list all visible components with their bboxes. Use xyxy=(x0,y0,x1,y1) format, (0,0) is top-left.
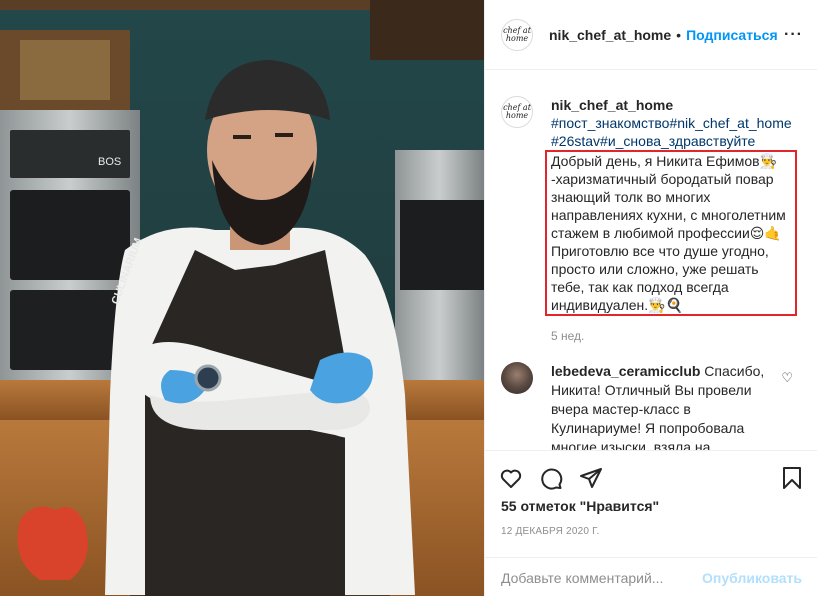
commenter-username[interactable]: lebedeva_ceramicclub xyxy=(551,363,700,379)
like-heart-icon[interactable] xyxy=(499,466,525,492)
avatar-logo-text: chef at home xyxy=(503,25,531,43)
comment-item: lebedeva_ceramicclub Спасибо, Никита! От… xyxy=(501,362,806,457)
caption-line: стажем в любимой профессии😌🤙 xyxy=(551,225,782,241)
caption-username[interactable]: nik_chef_at_home xyxy=(551,96,797,114)
post-photo: BOS CULINARIUM xyxy=(0,0,484,596)
separator-dot: • xyxy=(676,26,682,43)
author-username[interactable]: nik_chef_at_home xyxy=(549,27,671,43)
post-header: chef at home nik_chef_at_home • Подписат… xyxy=(485,0,817,70)
caption-line: тебе, так как подход всегда xyxy=(551,279,729,295)
caption-line: Приготовлю все что душе угодно, xyxy=(551,243,769,259)
hashtags-line-1[interactable]: #пост_знакомство#nik_chef_at_home xyxy=(551,114,797,132)
save-bookmark-icon[interactable] xyxy=(780,466,806,492)
comment-like-icon[interactable]: ♡ xyxy=(781,370,793,386)
post-time-ago[interactable]: 5 нед. xyxy=(551,327,797,345)
avatar-logo-text-2: chef at home xyxy=(503,103,531,120)
post-actions: 55 отметок "Нравится" 12 ДЕКАБРЯ 2020 Г.… xyxy=(485,450,817,596)
publish-button[interactable]: Опубликовать xyxy=(702,570,802,586)
add-comment-bar: Опубликовать xyxy=(485,557,817,596)
more-options-icon[interactable]: ··· xyxy=(784,26,803,44)
caption: chef at home nik_chef_at_home #пост_знак… xyxy=(501,96,806,345)
highlighted-caption-box: Добрый день, я Никита Ефимов👨‍🍳 -харизма… xyxy=(545,150,797,316)
post-side-panel: chef at home nik_chef_at_home • Подписат… xyxy=(484,0,817,596)
comment-bubble-icon[interactable] xyxy=(539,466,565,492)
share-send-icon[interactable] xyxy=(579,466,605,492)
comment-input[interactable] xyxy=(501,569,703,586)
caption-line: просто или сложно, уже решать xyxy=(551,261,759,277)
caption-line: знающий толк во многих xyxy=(551,189,711,205)
caption-line: направлениях кухни, с многолетним xyxy=(551,207,786,223)
chef-photo-illustration: BOS CULINARIUM xyxy=(0,0,484,596)
commenter-avatar[interactable] xyxy=(501,362,533,394)
author-avatar[interactable]: chef at home xyxy=(501,18,533,51)
caption-line: Добрый день, я Никита Ефимов👨‍🍳 xyxy=(551,153,777,169)
caption-line: -харизматичный бородатый повар xyxy=(551,171,774,187)
follow-button[interactable]: Подписаться xyxy=(686,27,778,43)
caption-author-avatar[interactable]: chef at home xyxy=(501,96,533,128)
post-date: 12 ДЕКАБРЯ 2020 Г. xyxy=(501,526,600,537)
hashtags-line-2[interactable]: #26stav#и_снова_здравствуйте xyxy=(551,132,797,150)
likes-count[interactable]: 55 отметок "Нравится" xyxy=(485,498,817,514)
caption-line: индивидуален.👨‍🍳🍳 xyxy=(551,297,684,313)
oven-display: BOS xyxy=(98,156,121,168)
